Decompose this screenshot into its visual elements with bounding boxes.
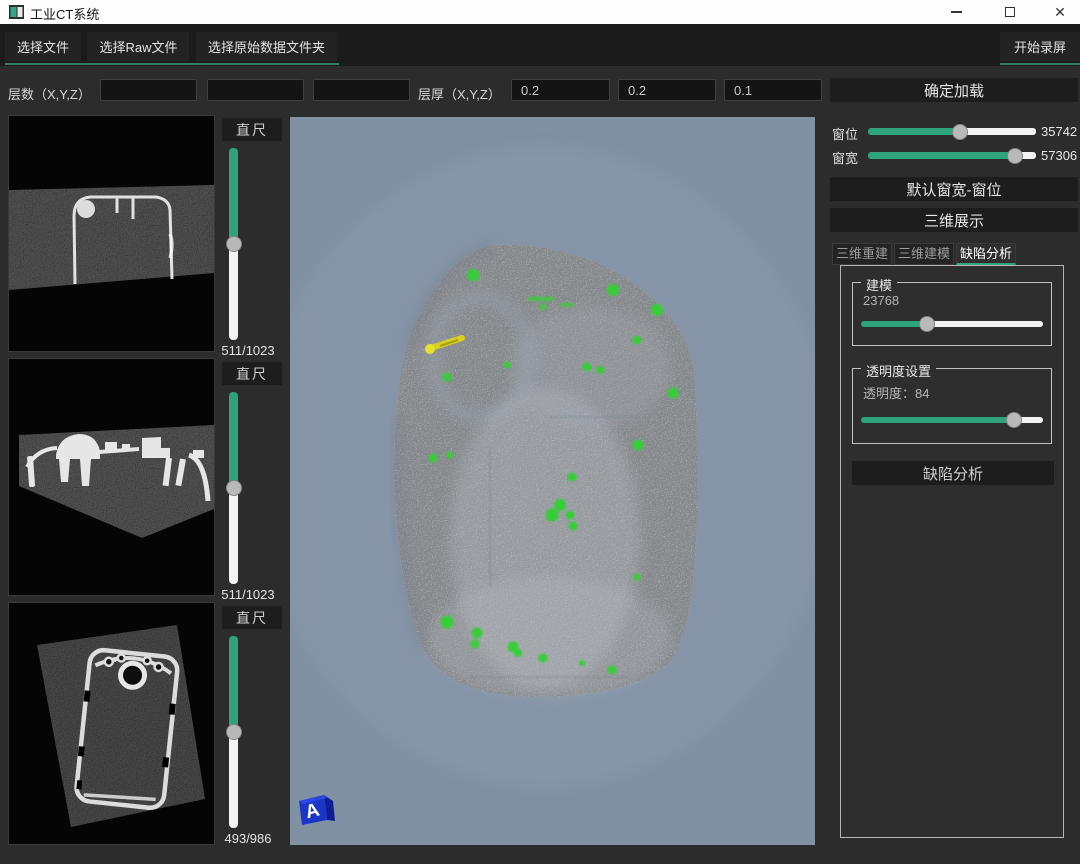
default-window-button[interactable]: 默认窗宽-窗位: [830, 177, 1078, 201]
record-button-wrap: 开始录屏: [1000, 32, 1080, 65]
layers-x-input[interactable]: [100, 79, 197, 101]
slider-fill: [861, 417, 1014, 423]
ct-slice-3-image: [9, 603, 214, 844]
window-title: 工业CT系统: [30, 4, 99, 23]
transparency-value: 透明度：84: [863, 383, 929, 402]
slider-thumb[interactable]: [226, 724, 242, 740]
app-icon: [9, 5, 24, 19]
minimize-button[interactable]: [936, 0, 976, 24]
window-width-slider[interactable]: [868, 152, 1036, 159]
slice-slider-1[interactable]: [229, 148, 238, 340]
ct-slice-1-image: [9, 116, 214, 351]
right-panel-tabs: 三维重建 三维建模 缺陷分析: [832, 243, 1016, 265]
ct-slice-view-1[interactable]: [8, 115, 215, 352]
slider-fill: [861, 321, 927, 327]
ruler-button-2[interactable]: 直尺: [222, 362, 282, 385]
layers-label: 层数（X,Y,Z）: [8, 84, 91, 103]
select-raw-file-button[interactable]: 选择Raw文件: [87, 32, 189, 61]
ct-slice-view-3[interactable]: [8, 602, 215, 845]
slider-fill: [868, 152, 1015, 159]
thickness-x-input[interactable]: [511, 79, 610, 101]
start-recording-button[interactable]: 开始录屏: [1000, 32, 1080, 61]
transparency-groupbox: 透明度设置 透明度：84: [852, 368, 1052, 444]
slider-track: [960, 128, 1036, 135]
transparency-slider[interactable]: [861, 417, 1043, 423]
slider-track: [229, 244, 238, 340]
slider-track: [229, 732, 238, 828]
window-level-label: 窗位: [832, 124, 858, 143]
slice-value-1: 511/1023: [210, 343, 286, 358]
modeling-groupbox: 建模 23768: [852, 282, 1052, 346]
tab-3d-modeling[interactable]: 三维建模: [894, 243, 954, 265]
slider-fill: [229, 392, 238, 488]
tab-defect-analysis[interactable]: 缺陷分析: [956, 243, 1016, 265]
slice-value-3: 493/986: [210, 831, 286, 846]
modeling-group-title: 建模: [861, 275, 897, 294]
thickness-z-input[interactable]: [724, 79, 822, 101]
slider-track: [229, 488, 238, 584]
thickness-y-input[interactable]: [618, 79, 716, 101]
app-window: 工业CT系统 ✕ 选择文件 选择Raw文件 选择原始数据文件夹 开始录屏 层数（…: [0, 0, 1080, 864]
viewport-3d[interactable]: A: [290, 117, 815, 845]
display-3d-button[interactable]: 三维展示: [830, 208, 1078, 232]
titlebar: 工业CT系统 ✕: [0, 0, 1080, 24]
slider-thumb[interactable]: [952, 124, 968, 140]
modeling-value: 23768: [863, 293, 899, 308]
defect-analysis-button[interactable]: 缺陷分析: [852, 461, 1054, 485]
slider-thumb[interactable]: [919, 316, 935, 332]
tab-3d-reconstruction[interactable]: 三维重建: [832, 243, 892, 265]
slider-thumb[interactable]: [226, 236, 242, 252]
file-button-group: 选择文件 选择Raw文件 选择原始数据文件夹: [5, 32, 339, 65]
thickness-label: 层厚（X,Y,Z）: [418, 84, 501, 103]
ct-slice-2-image: [9, 359, 214, 595]
slider-thumb[interactable]: [1007, 148, 1023, 164]
window-width-value: 57306: [1041, 148, 1077, 163]
slice-slider-2[interactable]: [229, 392, 238, 584]
close-icon: ✕: [1054, 4, 1066, 21]
slider-thumb[interactable]: [1006, 412, 1022, 428]
maximize-icon: [1005, 7, 1015, 17]
layers-y-input[interactable]: [207, 79, 304, 101]
scene-3d: [290, 117, 815, 845]
window-level-value: 35742: [1041, 124, 1077, 139]
slider-fill: [229, 636, 238, 732]
close-button[interactable]: ✕: [1040, 0, 1080, 24]
select-raw-data-folder-button[interactable]: 选择原始数据文件夹: [196, 32, 337, 61]
layers-z-input[interactable]: [313, 79, 410, 101]
transparency-group-title: 透明度设置: [861, 361, 936, 380]
defect-analysis-panel: 建模 23768 透明度设置 透明度：84 缺陷分析: [840, 265, 1064, 838]
maximize-button[interactable]: [990, 0, 1030, 24]
slider-fill: [868, 128, 960, 135]
window-level-slider[interactable]: [868, 128, 1036, 135]
window-width-label: 窗宽: [832, 148, 858, 167]
modeling-slider[interactable]: [861, 321, 1043, 327]
slider-thumb[interactable]: [226, 480, 242, 496]
vendor-logo-cube: A: [296, 789, 338, 829]
minimize-icon: [951, 11, 962, 13]
ruler-button-1[interactable]: 直尺: [222, 118, 282, 141]
slice-slider-3[interactable]: [229, 636, 238, 828]
ct-slice-view-2[interactable]: [8, 358, 215, 596]
slider-track: [927, 321, 1043, 327]
slice-value-2: 511/1023: [210, 587, 286, 602]
select-file-button[interactable]: 选择文件: [5, 32, 81, 61]
slider-fill: [229, 148, 238, 244]
ruler-button-3[interactable]: 直尺: [222, 606, 282, 629]
confirm-load-button[interactable]: 确定加载: [830, 78, 1078, 102]
toolbar: 选择文件 选择Raw文件 选择原始数据文件夹 开始录屏: [0, 24, 1080, 66]
